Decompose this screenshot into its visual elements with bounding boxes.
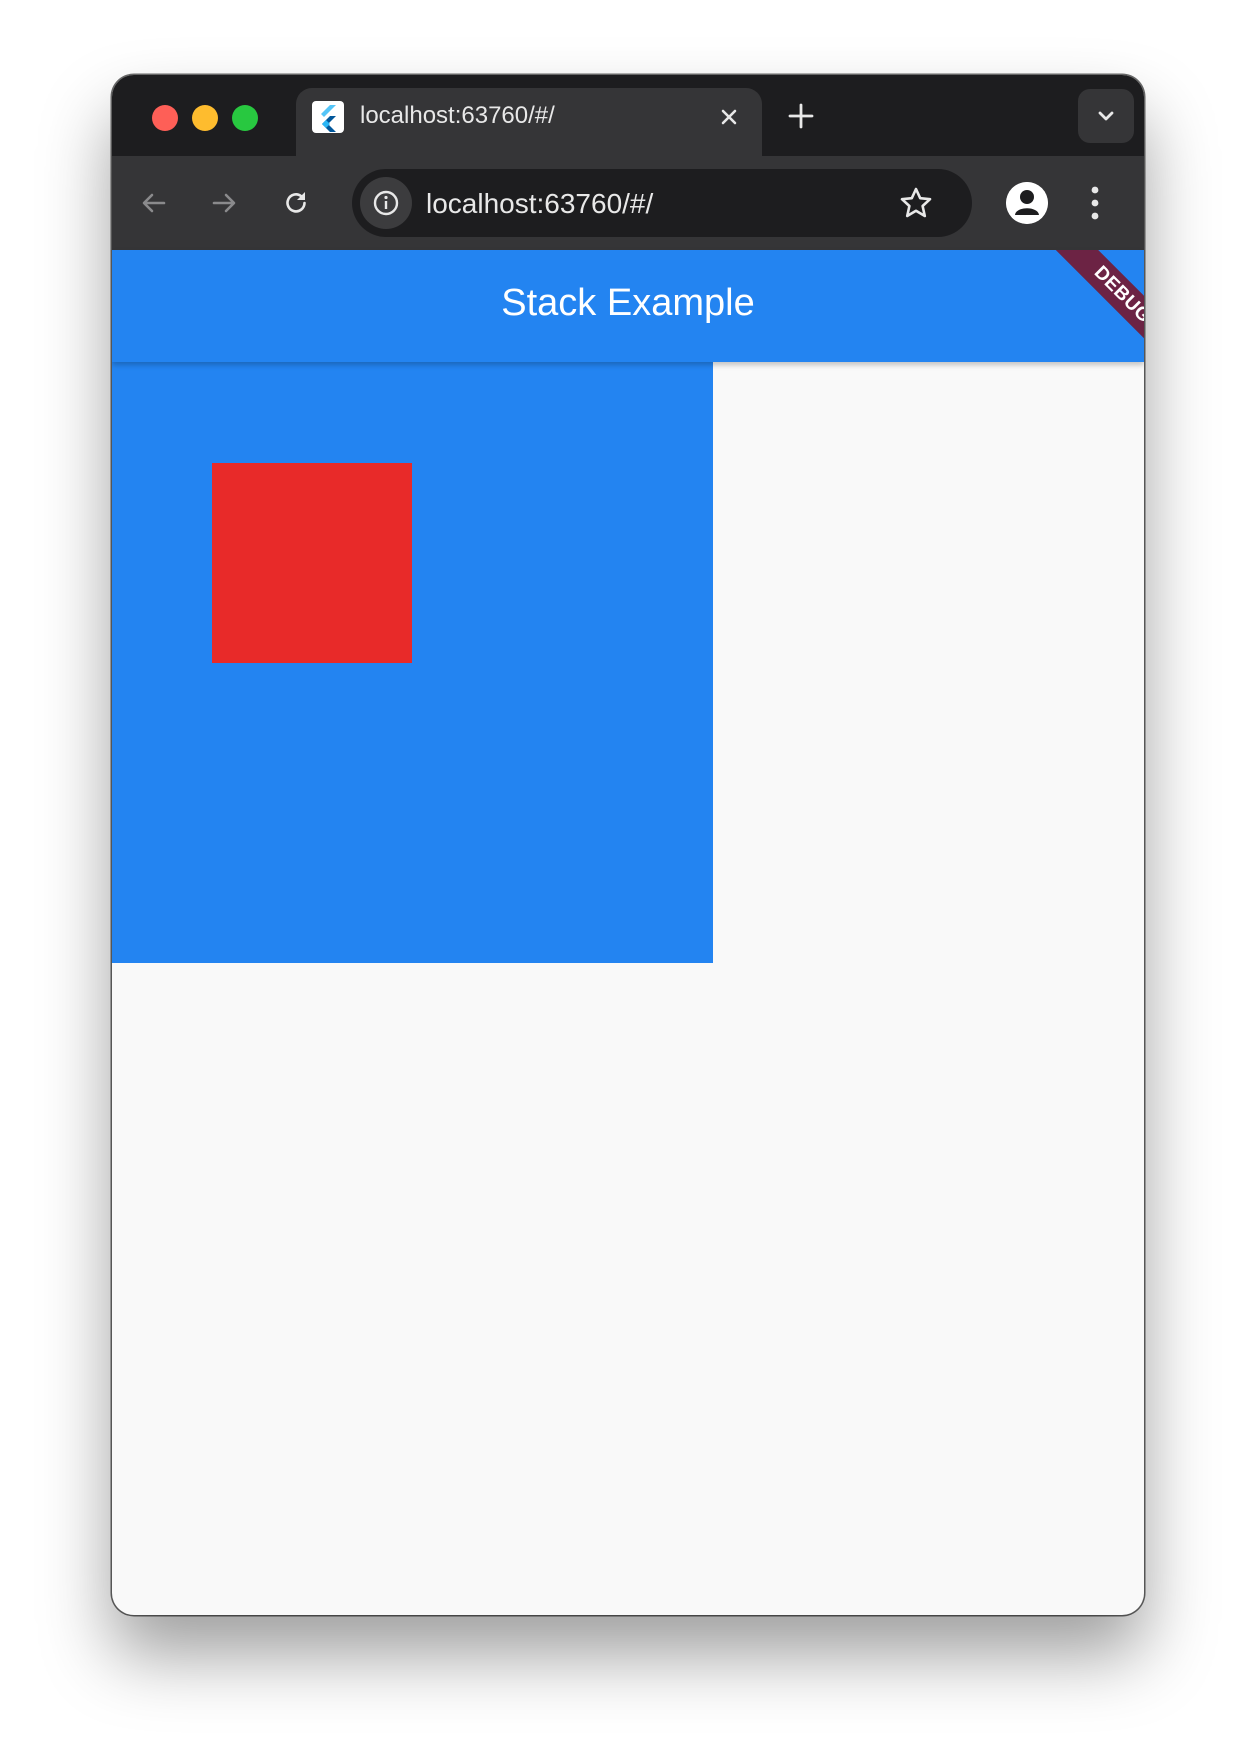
tab-title: localhost:63760/#/ <box>360 102 555 129</box>
tab-strip: localhost:63760/#/ <box>112 75 1144 156</box>
back-button[interactable] <box>132 181 176 225</box>
minimize-window-button[interactable] <box>192 105 218 131</box>
close-window-button[interactable] <box>152 105 178 131</box>
address-bar[interactable]: localhost:63760/#/ <box>352 169 972 237</box>
star-icon[interactable] <box>898 185 934 221</box>
profile-button[interactable] <box>1006 182 1048 224</box>
stack-red-box <box>212 463 412 663</box>
tab-localhost[interactable]: localhost:63760/#/ <box>296 88 762 156</box>
url-text[interactable]: localhost:63760/#/ <box>426 188 653 220</box>
arrow-left-icon <box>142 193 166 213</box>
chevron-down-icon <box>1098 111 1114 121</box>
site-info-button[interactable] <box>360 177 412 229</box>
more-vert-icon[interactable] <box>1080 180 1110 226</box>
arrow-right-icon <box>212 193 236 213</box>
zoom-window-button[interactable] <box>232 105 258 131</box>
person-icon <box>1006 182 1048 224</box>
reload-button[interactable] <box>274 181 318 225</box>
forward-button[interactable] <box>202 181 246 225</box>
tab-search-button[interactable] <box>1078 89 1134 143</box>
browser-window: localhost:63760/#/ localhost:63760/#/ St… <box>112 75 1144 1615</box>
reload-icon <box>286 192 306 213</box>
page-title: Stack Example <box>501 282 755 324</box>
stack-blue-container <box>112 362 713 963</box>
browser-toolbar: localhost:63760/#/ <box>112 156 1144 250</box>
close-icon[interactable] <box>716 104 742 130</box>
flutter-icon <box>312 101 344 133</box>
app-bar: Stack Example <box>112 250 1144 362</box>
plus-icon[interactable] <box>784 99 818 133</box>
info-icon <box>373 190 399 216</box>
